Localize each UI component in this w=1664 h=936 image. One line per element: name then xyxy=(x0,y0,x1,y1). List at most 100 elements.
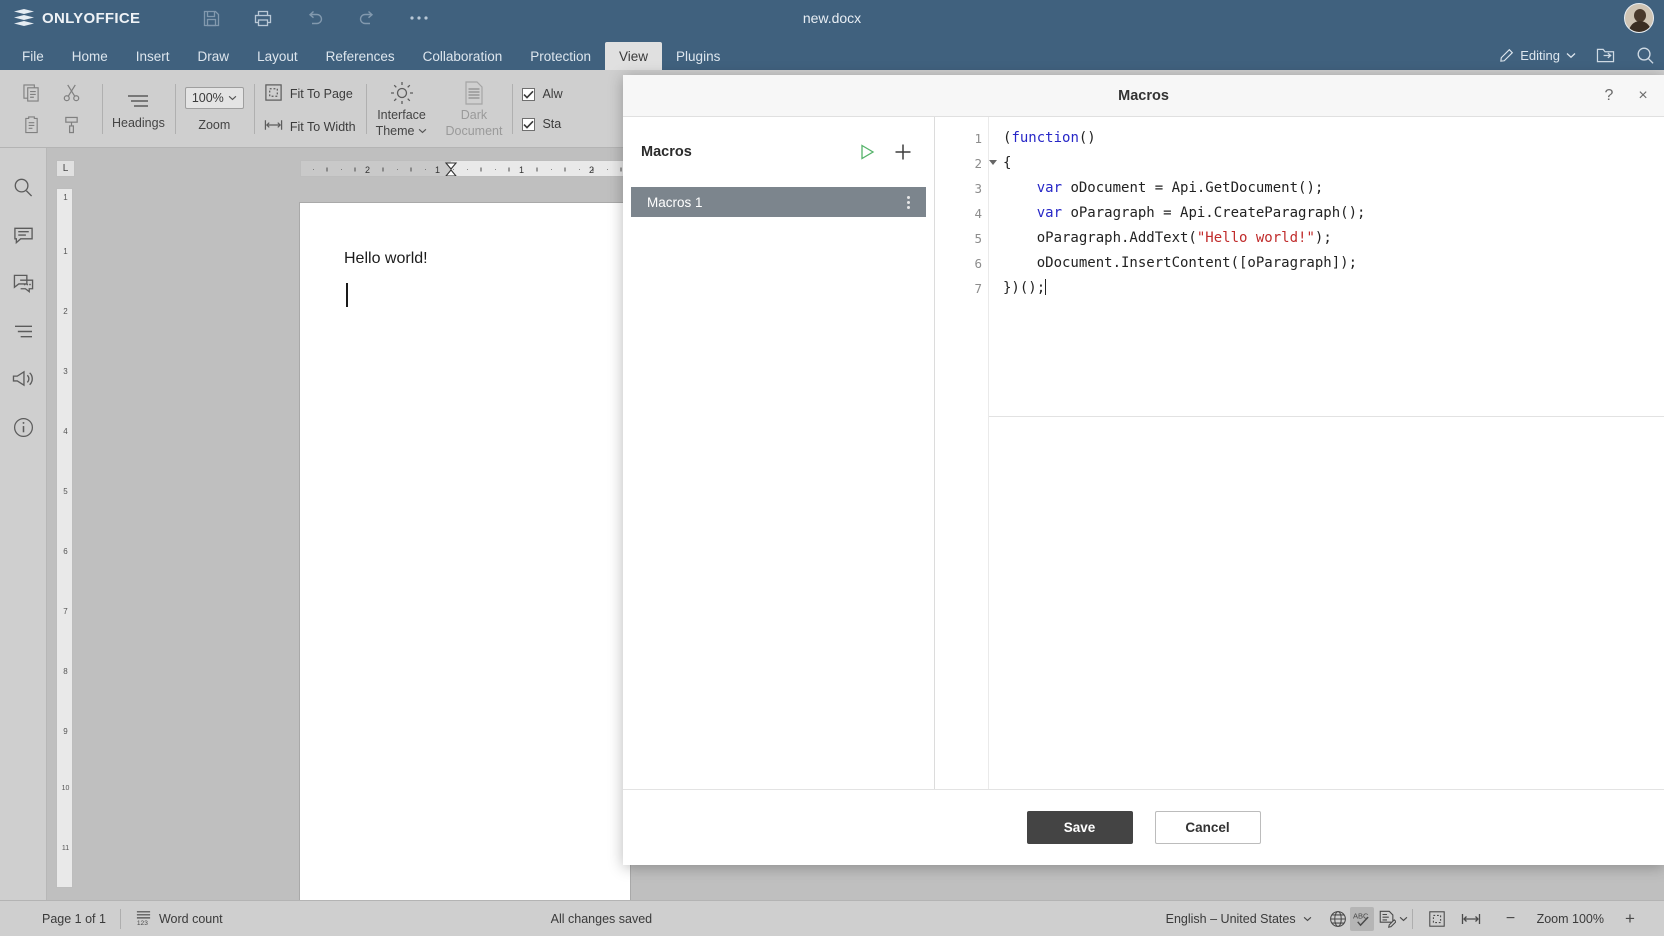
macro-options-icon[interactable] xyxy=(907,195,910,209)
add-macro-icon[interactable] xyxy=(890,139,916,165)
cut-icon[interactable] xyxy=(58,80,84,106)
word-count-icon: 123 xyxy=(135,909,152,929)
status-bar-checkbox[interactable]: Sta xyxy=(522,117,562,131)
quick-access-toolbar xyxy=(200,7,430,29)
close-icon[interactable]: × xyxy=(1634,87,1652,105)
tab-plugins[interactable]: Plugins xyxy=(662,42,734,70)
ruler-corner-tab-icon[interactable]: L xyxy=(56,160,75,177)
fit-to-page-status-icon[interactable] xyxy=(1425,907,1449,931)
tab-home[interactable]: Home xyxy=(58,42,122,70)
always-show-toolbar-checkbox[interactable]: Alw xyxy=(522,87,563,101)
line-number: 2 xyxy=(935,151,997,176)
dialog-footer: Save Cancel xyxy=(623,789,1664,865)
fit-to-page-button[interactable]: Fit To Page xyxy=(264,83,356,105)
word-count-button[interactable]: 123 Word count xyxy=(121,901,237,936)
redo-icon[interactable] xyxy=(356,7,378,29)
globe-icon xyxy=(1329,910,1346,927)
zoom-value: 100% xyxy=(191,90,224,105)
set-document-language-icon[interactable] xyxy=(1326,907,1350,931)
fit-to-width-button[interactable]: Fit To Width xyxy=(264,118,356,135)
dark-document-icon xyxy=(461,80,487,106)
chevron-down-icon xyxy=(419,128,427,134)
run-macro-icon[interactable] xyxy=(854,139,880,165)
paste-icon[interactable] xyxy=(18,112,44,138)
headings-button[interactable]: Headings xyxy=(112,88,165,130)
sidebar-item-comments[interactable] xyxy=(10,222,36,248)
plus-icon xyxy=(895,144,911,160)
spell-check-icon[interactable]: ABC xyxy=(1349,906,1374,931)
line-number: 1 xyxy=(974,131,982,146)
more-icon[interactable] xyxy=(408,7,430,29)
help-icon[interactable]: ? xyxy=(1600,87,1618,105)
sidebar-item-about[interactable] xyxy=(10,414,36,440)
tab-collaboration[interactable]: Collaboration xyxy=(409,42,517,70)
status-bar-right: English – United States ABC − Zoom 100% … xyxy=(1152,901,1664,936)
print-icon[interactable] xyxy=(252,7,274,29)
code-content[interactable]: (function() { var oDocument = Api.GetDoc… xyxy=(989,117,1664,789)
save-icon[interactable] xyxy=(200,7,222,29)
dark-document-label-1: Dark xyxy=(460,108,488,122)
ribbon-group-clipboard xyxy=(0,70,102,148)
code-line: var oParagraph = Api.CreateParagraph(); xyxy=(1036,205,1366,221)
code-fold-icon[interactable] xyxy=(989,160,997,165)
save-button[interactable]: Save xyxy=(1026,811,1133,844)
undo-icon[interactable] xyxy=(304,7,326,29)
chevron-down-icon xyxy=(228,95,237,100)
dialog-title: Macros xyxy=(1118,87,1169,104)
zoom-level-label[interactable]: Zoom 100% xyxy=(1523,901,1618,936)
active-line-divider xyxy=(989,416,1664,417)
zoom-in-button[interactable]: + xyxy=(1618,907,1642,931)
headings-label: Headings xyxy=(112,116,165,130)
sidebar-item-search[interactable] xyxy=(10,174,36,200)
zoom-out-button[interactable]: − xyxy=(1499,907,1523,931)
line-number: 5 xyxy=(974,231,982,246)
track-changes-button[interactable] xyxy=(1374,907,1412,931)
language-button[interactable]: English – United States xyxy=(1152,901,1326,936)
zoom-select[interactable]: 100% xyxy=(184,86,244,109)
top-bar: ONLYOFFICE new.docx xyxy=(0,0,1664,36)
sidebar-item-headings[interactable] xyxy=(10,318,36,344)
play-icon xyxy=(861,144,875,160)
word-count-label: Word count xyxy=(158,911,223,926)
sidebar-item-chat[interactable] xyxy=(10,270,36,296)
macros-list-panel: Macros Macros 1 xyxy=(623,117,935,789)
document-paragraph-text: Hello world! xyxy=(344,250,428,267)
macro-code-editor[interactable]: 1 2 3 4 5 6 7 (function() { var oDocumen… xyxy=(935,117,1664,789)
cancel-button[interactable]: Cancel xyxy=(1154,811,1261,844)
ribbon-group-fit: Fit To Page Fit To Width xyxy=(253,70,366,148)
format-painter-icon[interactable] xyxy=(58,112,84,138)
copy-icon[interactable] xyxy=(18,80,44,106)
tab-draw[interactable]: Draw xyxy=(184,42,244,70)
tab-insert[interactable]: Insert xyxy=(122,42,184,70)
document-page[interactable]: Hello world! xyxy=(300,203,850,900)
sidebar-item-feedback[interactable] xyxy=(10,366,36,392)
open-file-location-icon[interactable] xyxy=(1594,44,1616,66)
vertical-ruler[interactable]: 1 1 2 3 4 5 6 7 8 9 10 11 xyxy=(56,188,73,888)
code-line: })(); xyxy=(1003,279,1047,296)
brand-logo-group[interactable]: ONLYOFFICE xyxy=(14,9,140,27)
tab-layout[interactable]: Layout xyxy=(243,42,312,70)
track-changes-icon xyxy=(1379,910,1396,928)
checkbox-checked-icon xyxy=(522,117,536,131)
menu-bar: File Home Insert Draw Layout References … xyxy=(0,36,1664,70)
fit-to-width-status-icon[interactable] xyxy=(1459,907,1483,931)
chevron-down-icon xyxy=(1303,916,1311,921)
tab-file[interactable]: File xyxy=(8,42,58,70)
fit-to-page-label: Fit To Page xyxy=(289,87,353,101)
tab-references[interactable]: References xyxy=(312,42,409,70)
dark-document-button[interactable]: Dark Document xyxy=(445,80,502,138)
horizontal-ruler[interactable]: 2 1 1 2 xyxy=(300,160,630,177)
checkbox-checked-icon xyxy=(522,87,536,101)
fit-to-width-label: Fit To Width xyxy=(289,119,356,134)
list-item[interactable]: Macros 1 xyxy=(631,187,926,217)
search-icon[interactable] xyxy=(1634,44,1656,66)
status-bar-label: Sta xyxy=(542,117,562,131)
macro-name: Macros 1 xyxy=(647,194,703,210)
tab-view[interactable]: View xyxy=(605,42,663,70)
chevron-down-icon xyxy=(1566,52,1576,58)
dialog-title-bar[interactable]: Macros ? × xyxy=(623,75,1664,117)
interface-theme-button[interactable]: Interface Theme xyxy=(376,80,428,138)
tab-protection[interactable]: Protection xyxy=(516,42,605,70)
avatar[interactable] xyxy=(1624,3,1654,33)
editing-mode-button[interactable]: Editing xyxy=(1499,48,1576,63)
